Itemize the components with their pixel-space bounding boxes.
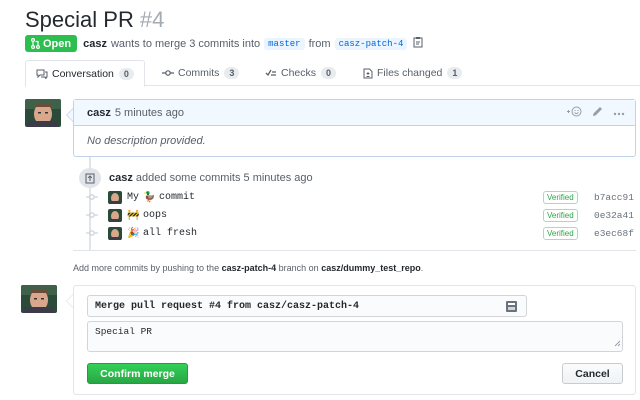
push-hint: Add more commits by pushing to the casz-… — [73, 263, 423, 273]
construction-emoji: 🚧 — [127, 209, 140, 221]
pr-meta: Open casz wants to merge 3 commits into … — [25, 35, 424, 52]
comment-time[interactable]: 5 minutes ago — [115, 107, 184, 119]
hint-post: . — [420, 263, 424, 273]
commit-icon — [86, 211, 98, 219]
pr-tabs: Conversation 0 Commits 3 Checks 0 Files … — [25, 60, 640, 87]
tab-commits-label: Commits — [178, 67, 220, 79]
resize-grip-icon[interactable] — [614, 339, 621, 350]
tab-checks-label: Checks — [281, 67, 317, 79]
pr-title: Special PR — [25, 7, 134, 32]
comment-body: No description provided. — [87, 135, 206, 147]
push-author[interactable]: casz — [109, 172, 133, 184]
tab-commits-count: 3 — [224, 67, 240, 79]
commit-row: 🚧 oops Verified 0e32a41 — [86, 207, 636, 223]
hint-repo[interactable]: casz/dummy_test_repo — [321, 263, 421, 273]
tab-checks[interactable]: Checks 0 — [255, 60, 346, 86]
tab-conversation[interactable]: Conversation 0 — [25, 60, 145, 87]
repo-push-icon — [79, 168, 101, 188]
comment-author[interactable]: casz — [87, 107, 111, 119]
tab-commits[interactable]: Commits 3 — [152, 60, 249, 86]
hint-branch: casz-patch-4 — [221, 263, 277, 273]
tab-files-changed-count: 1 — [447, 67, 463, 79]
merge-form: Merge pull request #4 from casz/casz-pat… — [66, 285, 636, 395]
commit-icon — [86, 229, 98, 237]
merge-message-value: Special PR — [95, 326, 153, 337]
commit-avatar[interactable] — [108, 226, 122, 240]
push-event: casz added some commits 5 minutes ago — [109, 172, 313, 184]
template-icon[interactable] — [505, 300, 518, 317]
comment-caret — [66, 108, 73, 122]
comment-box: casz 5 minutes ago No description provid… — [66, 99, 636, 157]
from-text: from — [308, 37, 331, 50]
checks-icon — [265, 69, 276, 77]
duck-emoji: 🦆 — [143, 191, 156, 203]
tab-files-changed-label: Files changed — [377, 67, 443, 79]
more-options-icon[interactable] — [613, 107, 625, 119]
pr-title-line: Special PR #4 — [25, 7, 164, 33]
status-label: Open — [43, 37, 72, 50]
comment-header: casz 5 minutes ago — [74, 100, 635, 126]
verified-badge[interactable]: Verified — [543, 226, 578, 240]
pr-number: #4 — [139, 7, 165, 32]
add-reaction-icon[interactable] — [566, 106, 582, 120]
tab-files-changed[interactable]: Files changed 1 — [353, 60, 472, 86]
confirm-merge-button[interactable]: Confirm merge — [87, 363, 188, 384]
merge-caret — [66, 294, 73, 308]
timeline-divider — [73, 250, 636, 251]
comment-actions — [566, 106, 625, 120]
push-text: added some commits 5 minutes ago — [135, 172, 313, 184]
commit-row: 🎉 all fresh Verified e3ec68f — [86, 225, 636, 241]
tab-conversation-count: 0 — [118, 67, 134, 80]
commit-avatar[interactable] — [108, 190, 122, 204]
commit-sha[interactable]: b7acc91 — [594, 192, 634, 203]
commit-icon — [162, 70, 174, 76]
cancel-button[interactable]: Cancel — [562, 363, 623, 384]
merge-text: wants to merge 3 commits into — [110, 37, 261, 50]
commit-row: My 🦆 commit Verified b7acc91 — [86, 189, 636, 205]
commit-sha[interactable]: e3ec68f — [594, 228, 634, 239]
clipboard-icon[interactable] — [413, 36, 424, 51]
author-link[interactable]: casz — [83, 38, 107, 50]
status-badge: Open — [25, 35, 78, 52]
edit-pencil-icon[interactable] — [592, 106, 603, 120]
tada-emoji: 🎉 — [127, 227, 140, 239]
commit-message[interactable]: oops — [143, 210, 167, 221]
commit-message[interactable]: all fresh — [143, 228, 197, 239]
merge-message-textarea[interactable]: Special PR — [87, 321, 623, 352]
avatar[interactable] — [21, 285, 57, 313]
base-branch[interactable]: master — [264, 37, 305, 50]
commit-icon — [86, 193, 98, 201]
verified-badge[interactable]: Verified — [543, 190, 578, 204]
pull-request-icon — [31, 38, 40, 49]
tab-conversation-label: Conversation — [52, 67, 114, 80]
merge-title-input[interactable]: Merge pull request #4 from casz/casz-pat… — [87, 295, 527, 317]
commit-message[interactable]: commit — [159, 192, 195, 203]
commit-sha[interactable]: 0e32a41 — [594, 210, 634, 221]
verified-badge[interactable]: Verified — [543, 208, 578, 222]
file-diff-icon — [363, 68, 373, 78]
hint-pre: Add more commits by pushing to the — [73, 263, 220, 273]
hint-mid: branch on — [278, 263, 319, 273]
merge-title-value: Merge pull request #4 from casz/casz-pat… — [95, 300, 360, 312]
commit-message-prefix[interactable]: My — [127, 192, 139, 203]
tab-checks-count: 0 — [321, 67, 337, 79]
commit-avatar[interactable] — [108, 208, 122, 222]
conversation-icon — [36, 69, 48, 79]
head-branch[interactable]: casz-patch-4 — [334, 37, 408, 50]
avatar[interactable] — [25, 99, 61, 127]
